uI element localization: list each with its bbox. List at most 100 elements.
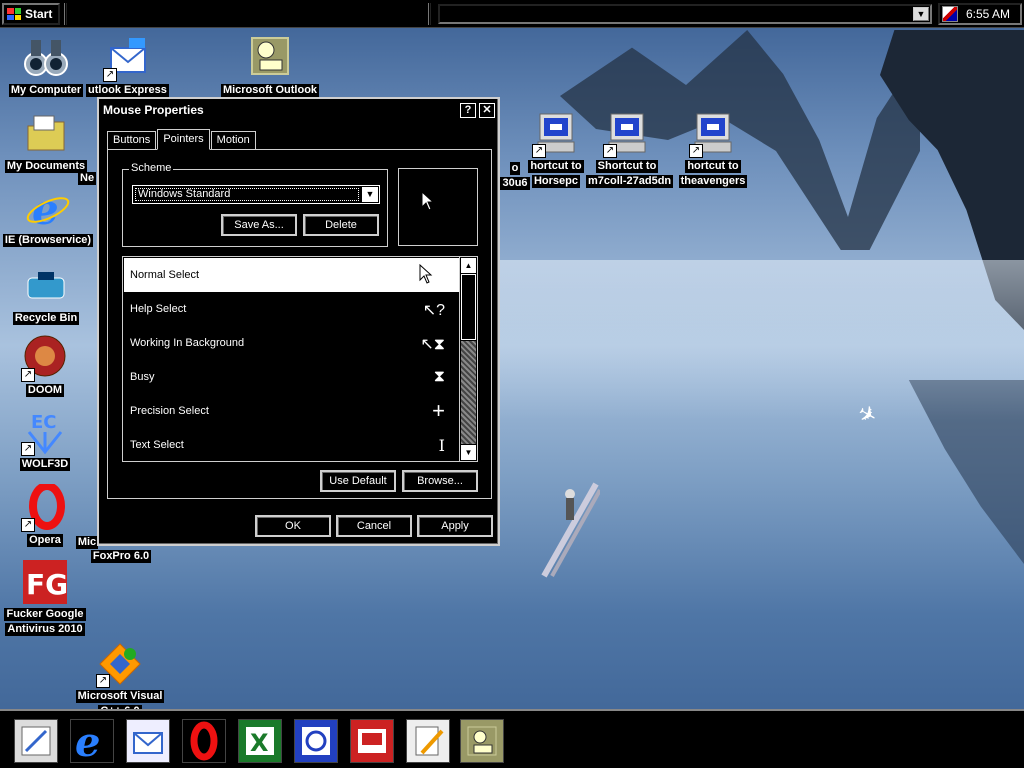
list-item[interactable]: Busy ⧗ [124, 360, 459, 394]
frontpage-icon[interactable] [294, 719, 338, 763]
list-scrollbar[interactable]: ▲ ▼ [459, 257, 477, 461]
outlook-express-icon[interactable] [126, 719, 170, 763]
icon-label: hortcut to [528, 160, 584, 173]
opera-icon[interactable] [182, 719, 226, 763]
icon-label: Horsepc [531, 175, 581, 188]
shortcut-arrow-icon: ↗ [21, 518, 35, 532]
desktop-icon-wolf3d[interactable]: EC ↗ WOLF3D [14, 408, 76, 471]
shortcut-arrow-icon: ↗ [689, 144, 703, 158]
recycle-bin-icon [22, 262, 70, 310]
address-bar[interactable]: ▼ [438, 4, 932, 24]
dialog-titlebar[interactable]: Mouse Properties ? ✕ [99, 99, 498, 121]
computer-icon: ↗ [689, 110, 737, 158]
outlook-clock-icon [246, 34, 294, 82]
shortcut-arrow-icon: ↗ [103, 68, 117, 82]
wolf3d-icon: EC ↗ [21, 408, 69, 456]
desktop-icon-my-documents[interactable]: My Documents [2, 110, 90, 173]
help-cursor-icon: ↖? [422, 302, 445, 319]
bamboo-raft-figure [540, 480, 602, 580]
internet-explorer-icon: e [24, 184, 72, 234]
list-item[interactable]: Working In Background ↖⧗ [124, 326, 459, 360]
start-button[interactable]: Start [2, 3, 60, 25]
icon-label: o [509, 162, 521, 175]
tab-buttons[interactable]: Buttons [107, 131, 157, 149]
outlook-icon[interactable] [460, 719, 504, 763]
list-item[interactable]: Normal Select [124, 258, 459, 292]
ok-button[interactable]: OK [255, 515, 331, 537]
fg-logo-icon: FG [21, 558, 69, 606]
scroll-up-icon[interactable]: ▲ [461, 258, 476, 273]
doom-icon: ↗ [21, 334, 69, 382]
hourglass-icon: ⧗ [433, 368, 445, 385]
arrow-cursor-icon [419, 264, 433, 284]
windows-logo-icon [7, 8, 21, 20]
desktop-icon-shortcut-m7coll[interactable]: ↗ Shortcut to m7coll-27ad5dn [586, 110, 674, 188]
desktop-icon-outlook-express[interactable]: ↗ utlook Express [86, 34, 169, 97]
desktop-icon-msvc[interactable]: ↗ Microsoft Visual C++ 6.0 [72, 640, 168, 718]
delete-button[interactable]: Delete [303, 214, 379, 236]
icon-label: IE (Browservice) [2, 234, 94, 247]
internet-explorer-icon[interactable]: e [70, 719, 114, 763]
pointers-panel: Scheme Windows Standard ▼ Save As... Del… [107, 149, 492, 499]
browse-button[interactable]: Browse... [402, 470, 478, 492]
icon-label: My Computer [8, 84, 84, 97]
pointer-label: Help Select [130, 303, 187, 315]
scheme-label: Scheme [129, 162, 174, 174]
scroll-track[interactable] [461, 341, 476, 444]
scroll-down-icon[interactable]: ▼ [461, 445, 476, 460]
tab-pointers[interactable]: Pointers [157, 129, 210, 150]
pointer-label: Precision Select [130, 405, 209, 417]
shortcut-arrow-icon: ↗ [21, 368, 35, 382]
svg-text:X: X [250, 729, 269, 757]
icon-label: WOLF3D [19, 458, 71, 471]
desktop-icon-shortcut-horsepc[interactable]: ↗ hortcut to Horsepc [526, 110, 586, 188]
icon-label: DOOM [25, 384, 65, 397]
notepad-icon[interactable] [406, 719, 450, 763]
excel-icon[interactable]: X [238, 719, 282, 763]
binoculars-icon [22, 34, 70, 82]
icon-label: Opera [27, 534, 63, 547]
desktop-icon-ie[interactable]: e IE (Browservice) [0, 184, 96, 247]
scroll-thumb[interactable] [461, 274, 476, 340]
system-tray: 6:55 AM [938, 3, 1022, 25]
clock[interactable]: 6:55 AM [966, 7, 1010, 21]
scheme-group: Scheme Windows Standard ▼ Save As... Del… [122, 162, 388, 247]
ibeam-icon: I [438, 436, 445, 455]
close-icon[interactable]: ✕ [479, 102, 495, 118]
chevron-down-icon[interactable]: ▼ [913, 7, 929, 21]
icon-label: Fucker Google [4, 608, 86, 621]
scheme-select[interactable]: Windows Standard ▼ [132, 185, 380, 204]
desktop-icon-recycle-bin[interactable]: Recycle Bin [6, 262, 86, 325]
icon-label: Recycle Bin [12, 312, 80, 325]
icon-label: Shortcut to [595, 160, 659, 173]
pointer-list[interactable]: Normal Select Help Select ↖? Working In … [122, 256, 478, 462]
list-item[interactable]: Help Select ↖? [124, 292, 459, 326]
desktop-icon-doom[interactable]: ↗ DOOM [16, 334, 74, 397]
help-icon[interactable]: ? [460, 102, 476, 118]
list-item[interactable]: Text Select I [124, 428, 459, 461]
use-default-button[interactable]: Use Default [320, 470, 396, 492]
desktop-icon-my-computer[interactable]: My Computer [6, 34, 86, 97]
powerpoint-icon[interactable] [350, 719, 394, 763]
crosshair-icon: + [432, 398, 445, 423]
envelope-icon: ↗ [103, 34, 151, 82]
icon-label: My Documents [4, 160, 88, 173]
dialog-tabs: Buttons Pointers Motion [107, 129, 257, 150]
tray-app-icon[interactable] [942, 6, 958, 22]
chevron-down-icon[interactable]: ▼ [362, 187, 378, 202]
cancel-button[interactable]: Cancel [336, 515, 412, 537]
list-item[interactable]: Precision Select + [124, 394, 459, 428]
svg-text:e: e [75, 720, 100, 762]
pointer-label: Busy [130, 371, 155, 383]
desktop-icon-fg-antivirus[interactable]: FG Fucker Google Antivirus 2010 [0, 558, 90, 636]
desktop-icon-shortcut-theavengers[interactable]: ↗ hortcut to theavengers [674, 110, 752, 188]
save-as-button[interactable]: Save As... [221, 214, 297, 236]
working-cursor-icon: ↖⧗ [420, 336, 445, 353]
desktop-icon-opera[interactable]: ↗ Opera [16, 482, 74, 547]
desktop-icon-network[interactable]: Ne [78, 170, 97, 185]
top-taskbar: Start ▼ 6:55 AM [0, 0, 1024, 28]
desktop-icon-microsoft-outlook[interactable]: Microsoft Outlook [218, 34, 322, 97]
show-desktop-icon[interactable] [14, 719, 58, 763]
tab-motion[interactable]: Motion [210, 131, 256, 149]
apply-button[interactable]: Apply [417, 515, 493, 537]
